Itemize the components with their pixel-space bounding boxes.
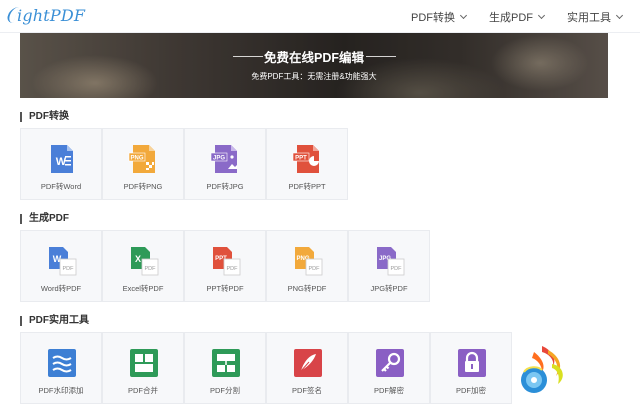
tool-label: PDF转PPT — [288, 182, 326, 191]
signature-icon — [294, 349, 322, 377]
tool-card-word-to-pdf[interactable]: W PDF Word转PDF — [20, 230, 102, 302]
ppt-doc-icon: PPT — [292, 145, 319, 173]
word-doc-icon: W — [51, 145, 73, 173]
split-icon — [212, 349, 240, 377]
unlock-key-icon — [376, 349, 404, 377]
flame-disc-logo-icon — [521, 346, 563, 393]
svg-text:X: X — [135, 254, 141, 264]
svg-text:PDF: PDF — [391, 266, 403, 272]
nav-label: PDF转换 — [411, 11, 455, 24]
tool-card-pdf-decrypt[interactable]: PDF解密 — [348, 332, 430, 404]
tool-card-pdf-to-png[interactable]: PNG PDF转PNG — [102, 128, 184, 200]
tool-label: PDF签名 — [292, 386, 322, 395]
png-to-pdf-icon: PNG PDF — [295, 247, 323, 276]
tool-label: PDF转PNG — [123, 182, 163, 191]
tool-label: PDF分割 — [210, 386, 240, 395]
tool-card-pdf-split[interactable]: PDF分割 — [184, 332, 266, 404]
tool-label: PDF解密 — [374, 386, 404, 395]
tool-label: PDF转Word — [40, 182, 82, 191]
png-doc-icon: PNG — [128, 145, 155, 173]
tool-card-pdf-signature[interactable]: PDF签名 — [266, 332, 348, 404]
tool-label: PDF合并 — [128, 386, 158, 395]
nav-label: 生成PDF — [489, 11, 533, 24]
jpg-to-pdf-icon: JPG PDF — [377, 247, 405, 276]
chevron-down-icon — [615, 11, 624, 19]
svg-text:PDF: PDF — [309, 266, 321, 272]
lightpdf-logo[interactable]: ightPDF — [5, 6, 86, 25]
nav-create-pdf[interactable]: 生成PDF — [489, 0, 546, 33]
tool-label: PDF转JPG — [206, 182, 244, 191]
top-navigation-bar: ightPDF PDF转换 生成PDF 实用工具 — [0, 0, 640, 33]
svg-text:PNG: PNG — [130, 156, 143, 162]
tool-label: JPG转PDF — [370, 284, 408, 293]
tool-label: Word转PDF — [40, 284, 82, 293]
tool-label: PDF加密 — [456, 386, 486, 395]
svg-text:W: W — [56, 156, 67, 168]
chevron-down-icon — [459, 11, 468, 19]
svg-text:PDF: PDF — [145, 266, 157, 272]
ppt-to-pdf-icon: PPT PDF — [213, 247, 241, 276]
nav-label: 实用工具 — [567, 11, 611, 24]
word-to-pdf-icon: W PDF — [49, 247, 77, 276]
tool-label: PPT转PDF — [206, 284, 244, 293]
tool-label: Excel转PDF — [122, 284, 164, 293]
svg-text:PPT: PPT — [295, 156, 307, 162]
merge-icon — [130, 349, 158, 377]
hero-banner: 免费在线PDF编辑 免费PDF工具：无需注册&功能强大 — [20, 33, 608, 98]
tool-label: PDF水印添加 — [38, 386, 84, 395]
tool-card-ppt-to-pdf[interactable]: PPT PDF PPT转PDF — [184, 230, 266, 302]
section-title-create-pdf: 生成PDF — [20, 214, 69, 224]
logo-text: ightPDF — [17, 6, 86, 25]
tool-card-pdf-to-ppt[interactable]: PPT PDF转PPT — [266, 128, 348, 200]
section-title-pdf-tools: PDF实用工具 — [20, 316, 89, 326]
tool-card-pdf-watermark[interactable]: PDF水印添加 — [20, 332, 102, 404]
svg-text:PDF: PDF — [227, 266, 239, 272]
svg-text:PDF: PDF — [63, 266, 75, 272]
tool-card-pdf-to-word[interactable]: W PDF转Word — [20, 128, 102, 200]
banner-title: 免费在线PDF编辑 — [263, 51, 364, 65]
svg-text:JPG: JPG — [213, 156, 225, 162]
banner-divider-right — [366, 56, 396, 57]
tool-card-png-to-pdf[interactable]: PNG PDF PNG转PDF — [266, 230, 348, 302]
tool-card-excel-to-pdf[interactable]: X PDF Excel转PDF — [102, 230, 184, 302]
jpg-doc-icon: JPG — [210, 145, 237, 173]
chevron-down-icon — [537, 11, 546, 19]
excel-to-pdf-icon: X PDF — [131, 247, 159, 276]
tool-label: PNG转PDF — [287, 284, 327, 293]
lock-icon — [458, 349, 486, 377]
nav-utility-tools[interactable]: 实用工具 — [567, 0, 624, 33]
tool-card-pdf-encrypt[interactable]: PDF加密 — [430, 332, 512, 404]
nav-pdf-convert[interactable]: PDF转换 — [411, 0, 468, 33]
section-title-pdf-convert: PDF转换 — [20, 112, 69, 122]
watermark-icon — [48, 349, 76, 377]
tool-card-pdf-merge[interactable]: PDF合并 — [102, 332, 184, 404]
tool-card-jpg-to-pdf[interactable]: JPG PDF JPG转PDF — [348, 230, 430, 302]
banner-subtitle: 免费PDF工具：无需注册&功能强大 — [251, 72, 377, 81]
tool-card-pdf-to-jpg[interactable]: JPG PDF转JPG — [184, 128, 266, 200]
